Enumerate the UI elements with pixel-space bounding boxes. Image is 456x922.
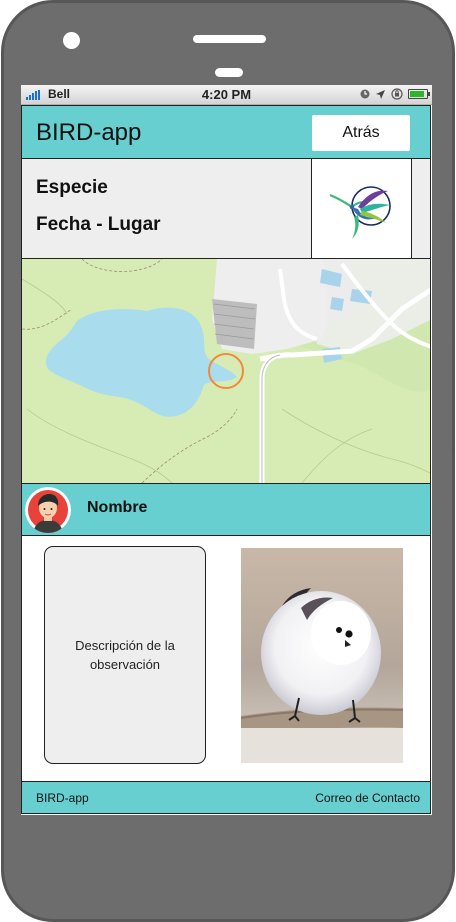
clock-icon <box>360 89 370 99</box>
app-screen: Bell 4:20 PM BIRD-app Atrás Especie Fech… <box>21 85 432 815</box>
front-camera <box>63 32 80 49</box>
user-bar: Nombre <box>21 483 431 536</box>
species-label: Especie <box>36 177 108 198</box>
user-name: Nombre <box>87 499 148 516</box>
earpiece-speaker <box>193 35 266 43</box>
observation-description: Descripción de la observación <box>44 546 206 764</box>
proximity-sensor <box>215 68 243 77</box>
app-footer: BIRD-app Correo de Contacto <box>21 781 431 814</box>
avatar[interactable] <box>25 487 71 533</box>
contact-email-link[interactable]: Correo de Contacto <box>315 791 420 805</box>
status-bar: Bell 4:20 PM <box>21 85 432 105</box>
app-header: BIRD-app Atrás <box>21 105 431 159</box>
map-view <box>22 259 430 483</box>
bird-photo[interactable] <box>241 548 403 763</box>
location-arrow-icon <box>376 89 385 99</box>
observation-content: Descripción de la observación <box>21 536 431 781</box>
battery-icon <box>408 89 430 99</box>
volume-button <box>452 213 455 273</box>
footer-app-name: BIRD-app <box>36 791 89 805</box>
app-title: BIRD-app <box>36 119 142 146</box>
hummingbird-logo-icon <box>329 186 391 239</box>
logo-container <box>311 159 412 258</box>
side-button <box>452 338 455 453</box>
date-place-label: Fecha - Lugar <box>36 214 161 235</box>
location-map[interactable] <box>21 259 431 483</box>
back-button[interactable]: Atrás <box>312 115 410 151</box>
rotation-lock-icon <box>391 88 403 100</box>
sighting-info-panel: Especie Fecha - Lugar <box>21 159 431 259</box>
user-avatar-icon <box>25 487 71 533</box>
bird-image <box>241 548 403 763</box>
